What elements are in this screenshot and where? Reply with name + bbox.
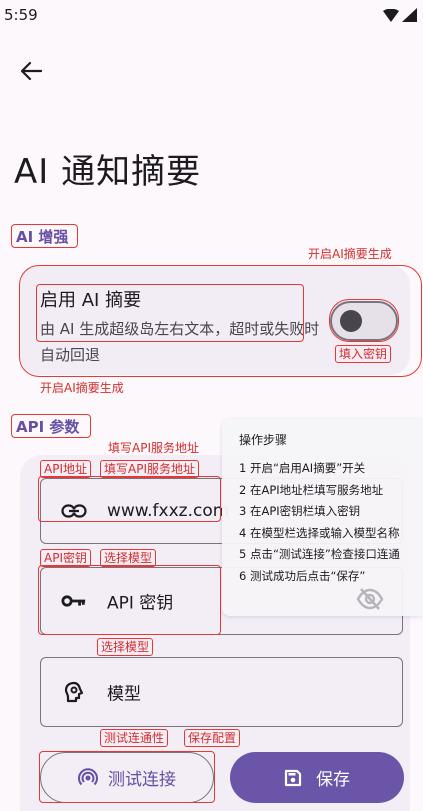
annotation-box-api-heading: [11, 414, 91, 438]
annotation-box-test-button: [39, 751, 215, 803]
eye-off-icon[interactable]: [356, 587, 384, 613]
step-item: 2 在API地址栏填写服务地址: [239, 482, 384, 497]
model-field[interactable]: 模型: [40, 657, 403, 727]
model-placeholder: 模型: [107, 684, 141, 705]
arrow-back-icon: [20, 61, 42, 81]
annotation-test-connectivity: 测试连通性: [100, 729, 169, 747]
save-icon: [284, 769, 302, 786]
model-icon: [61, 681, 87, 703]
annotation-box-switch: [329, 299, 399, 342]
step-item: 4 在模型栏选择或输入模型名称: [239, 525, 400, 540]
annotation-fill-url-top: 填写API服务地址: [108, 441, 199, 455]
status-time: 5:59: [4, 6, 38, 24]
annotation-enable-ai-bottom: 开启AI摘要生成: [40, 381, 124, 395]
step-item: 6 测试成功后点击“保存”: [239, 568, 366, 583]
steps-title: 操作步骤: [239, 433, 288, 447]
save-label: 保存: [316, 770, 350, 790]
signal-icon: [402, 8, 417, 22]
annotation-box-ai-card-text: [36, 284, 304, 342]
step-item: 5 点击“测试连接”检查接口连通: [239, 547, 400, 562]
status-icons: [383, 8, 417, 22]
save-button[interactable]: 保存: [230, 752, 404, 803]
step-item: 1 开启“启用AI摘要”开关: [239, 461, 366, 475]
back-button[interactable]: [14, 56, 48, 86]
page-title: AI 通知摘要: [14, 152, 202, 192]
annotation-box-url: [38, 476, 221, 522]
annotation-box-key: [38, 565, 221, 635]
annotation-enable-ai-top: 开启AI摘要生成: [308, 247, 392, 261]
annotation-save-config: 保存配置: [184, 729, 241, 747]
steps-panel: 操作步骤 1 开启“启用AI摘要”开关 2 在API地址栏填写服务地址 3 在A…: [222, 419, 423, 616]
annotation-fill-key: 填入密钥: [335, 345, 392, 363]
annotation-box-ai-heading: [11, 224, 78, 248]
annotation-choose-model-2: 选择模型: [97, 638, 154, 656]
step-item: 3 在API密钥栏填入密钥: [239, 504, 361, 519]
wifi-icon: [383, 8, 399, 22]
